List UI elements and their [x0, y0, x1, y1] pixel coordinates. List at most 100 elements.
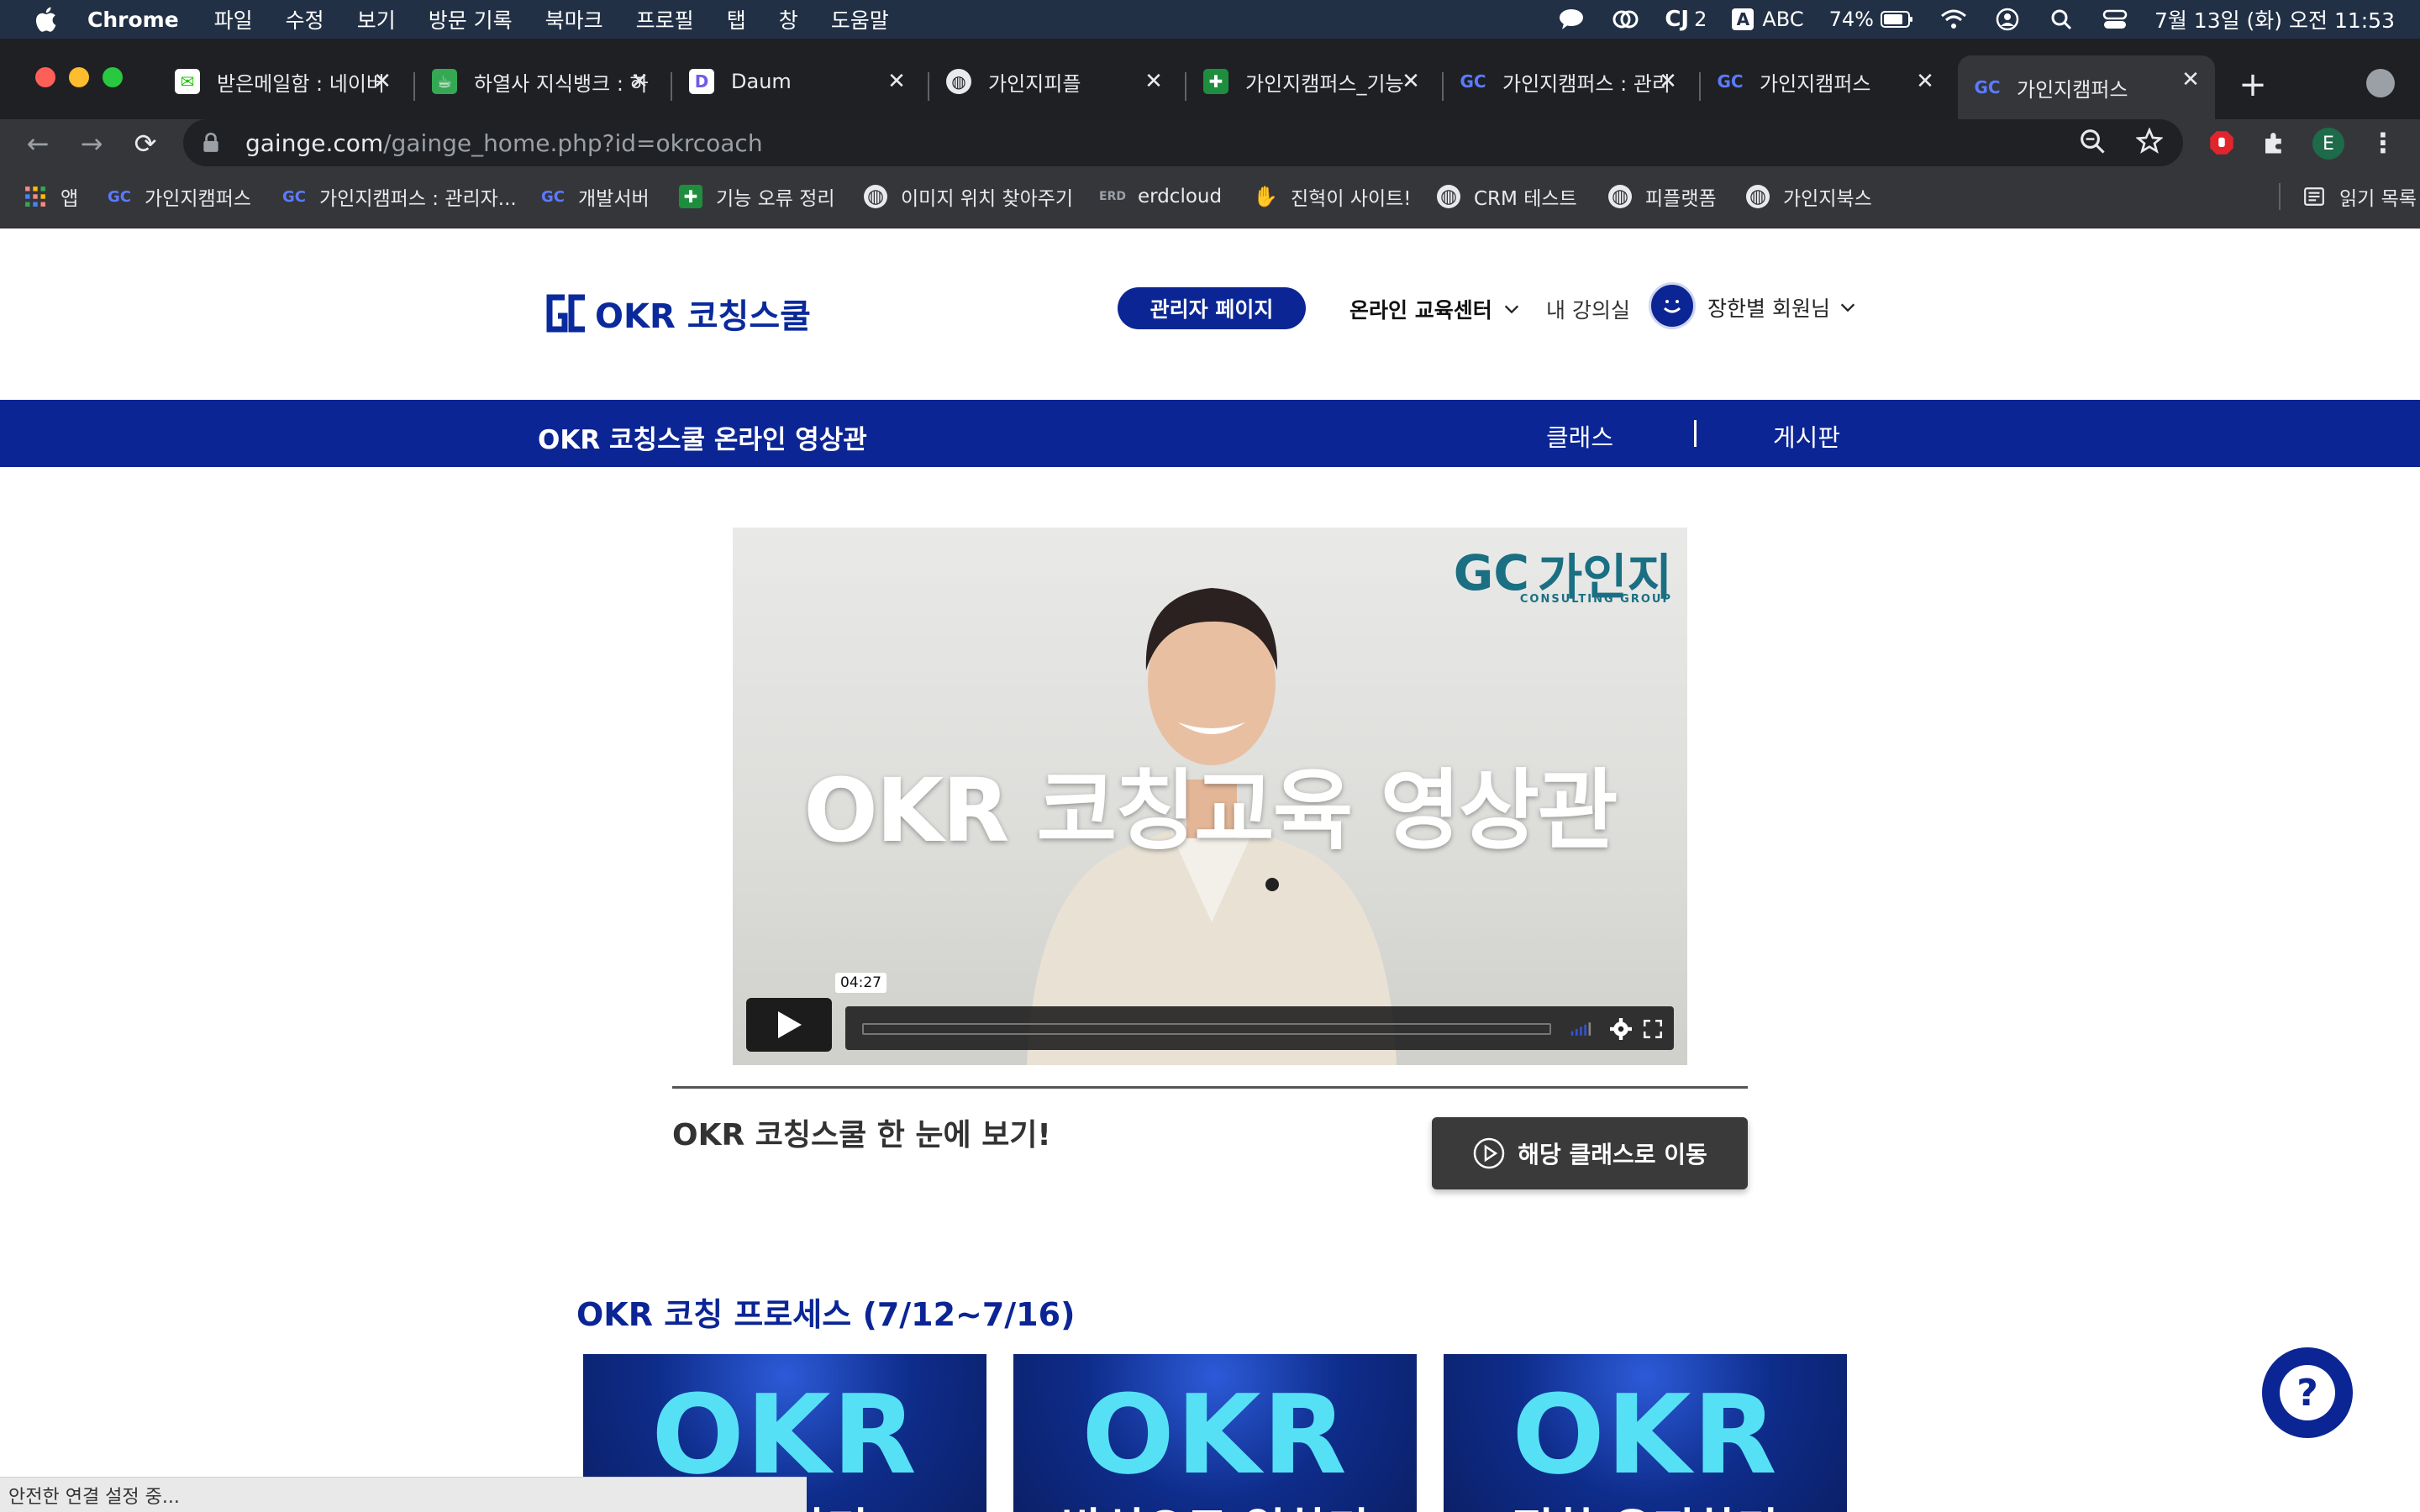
- bookmark-gainge-books[interactable]: ◍ 가인지북스: [1746, 183, 1872, 210]
- nav-online-education[interactable]: 온라인 교육센터: [1349, 294, 1521, 324]
- bookmark-erdcloud[interactable]: ERD erdcloud: [1099, 183, 1222, 210]
- browser-tab-campus[interactable]: GC 가인지캠퍼스 ✕: [1717, 55, 1949, 108]
- menu-profiles[interactable]: 프로필: [636, 4, 694, 34]
- tab-title: Daum: [731, 70, 792, 93]
- wifi-icon[interactable]: [1939, 7, 1968, 32]
- browser-tab-campus-features[interactable]: ✚ 가인지캠퍼스_기능 ✕: [1203, 55, 1435, 108]
- bookmark-gainge-campus[interactable]: GC 가인지캠퍼스: [108, 183, 251, 211]
- video-play-button[interactable]: [746, 998, 832, 1052]
- battery-icon: [1880, 11, 1912, 28]
- messages-icon[interactable]: [1557, 7, 1586, 32]
- address-bar[interactable]: gainge.com/gainge_home.php?id=okrcoach: [183, 119, 2183, 166]
- tab-close-icon[interactable]: ✕: [1655, 69, 1681, 94]
- video-progress-track[interactable]: [862, 1023, 1551, 1035]
- reading-list[interactable]: 읽기 목록: [2279, 183, 2417, 210]
- bookmark-campus-admin[interactable]: GC 가인지캠퍼스 : 관리자...: [282, 183, 517, 211]
- tab-search-chevron-icon[interactable]: [2366, 69, 2395, 97]
- tab-close-icon[interactable]: ✕: [1398, 69, 1423, 94]
- bookmark-image-locator[interactable]: ◍ 이미지 위치 찾아주기: [864, 183, 1073, 210]
- chrome-menu-kebab-icon[interactable]: ⋮: [2368, 127, 2398, 159]
- tab-close-icon[interactable]: ✕: [370, 69, 395, 94]
- banner-board-link[interactable]: 게시판: [1773, 418, 1840, 454]
- window-minimize-button[interactable]: [69, 67, 89, 87]
- browser-tab-daum[interactable]: D Daum ✕: [689, 55, 921, 108]
- keyboard-a-icon: A: [1732, 8, 1754, 30]
- lock-icon[interactable]: [200, 132, 222, 154]
- reload-icon[interactable]: ⟳: [128, 126, 163, 161]
- spotlight-search-icon[interactable]: [2047, 7, 2075, 32]
- course-card[interactable]: OKR 방식으로 일하기: [1013, 1354, 1417, 1512]
- browser-tab-campus-active[interactable]: GC 가인지캠퍼스 ✕: [1958, 55, 2215, 119]
- goto-class-label: 해당 클래스로 이동: [1518, 1141, 1707, 1168]
- menu-tab[interactable]: 탭: [727, 4, 746, 34]
- bookmark-bug-list[interactable]: ✚ 기능 오류 정리: [679, 183, 835, 210]
- help-chat-button[interactable]: ?: [2262, 1347, 2353, 1438]
- window-zoom-button[interactable]: [103, 67, 123, 87]
- reading-list-icon: [2302, 185, 2326, 208]
- extensions-puzzle-icon[interactable]: [2259, 128, 2289, 158]
- adblock-stop-icon[interactable]: [2207, 128, 2237, 158]
- new-tab-plus-icon[interactable]: +: [2233, 66, 2272, 104]
- site-logo[interactable]: OKR 코칭스쿨: [546, 289, 811, 338]
- menu-bookmarks[interactable]: 북마크: [545, 4, 603, 34]
- sheets-icon: ✚: [1203, 69, 1228, 94]
- bookmark-jinhyuk-site[interactable]: ✋ 진혁이 사이트!: [1253, 183, 1411, 210]
- banner-class-link[interactable]: 클래스: [1546, 418, 1613, 454]
- bookmark-dev-server[interactable]: GC 개발서버: [541, 183, 650, 211]
- browser-toolbar: ← → ⟳ gainge.com/gainge_home.php?id=okrc…: [0, 119, 2420, 166]
- tab-close-icon[interactable]: ✕: [627, 69, 652, 94]
- input-source[interactable]: A ABC: [1732, 8, 1804, 31]
- tab-separator: [1699, 72, 1701, 101]
- goto-class-button[interactable]: 해당 클래스로 이동: [1432, 1117, 1748, 1189]
- video-player[interactable]: GC 가인지 CONSULTING GROUP OKR 코칭교육 영상관 04:…: [733, 528, 1687, 1065]
- chevron-down-icon: [1504, 305, 1518, 314]
- menu-edit[interactable]: 수정: [286, 4, 324, 34]
- back-arrow-icon[interactable]: ←: [20, 126, 55, 161]
- volume-icon[interactable]: [1570, 1018, 1591, 1040]
- forward-arrow-icon[interactable]: →: [74, 126, 109, 161]
- fullscreen-icon[interactable]: [1642, 1018, 1664, 1040]
- video-brand-logo: GC 가인지 CONSULTING GROUP: [1454, 538, 1672, 608]
- user-account-icon[interactable]: [1993, 7, 2022, 32]
- menu-help[interactable]: 도움말: [831, 4, 889, 34]
- section-banner: OKR 코칭스쿨 온라인 영상관 클래스 게시판: [0, 400, 2420, 467]
- bookmark-people-platform[interactable]: ◍ 피플랫폼: [1608, 183, 1717, 210]
- nav-my-classroom[interactable]: 내 강의실: [1546, 294, 1630, 324]
- browser-tab-knowledge-bank[interactable]: ☕ 하열사 지식뱅크 : 하 ✕: [432, 55, 664, 108]
- bookmark-crm-test[interactable]: ◍ CRM 테스트: [1437, 183, 1577, 210]
- bookmark-apps[interactable]: 앱: [24, 183, 78, 210]
- settings-gear-icon[interactable]: [1610, 1018, 1632, 1040]
- profile-avatar[interactable]: E: [2312, 128, 2344, 160]
- tab-close-icon[interactable]: ✕: [884, 69, 909, 94]
- tab-title: 가인지캠퍼스: [2017, 77, 2128, 102]
- user-avatar[interactable]: [1649, 282, 1696, 329]
- tab-close-icon[interactable]: ✕: [1912, 69, 1938, 94]
- question-mark-icon: ?: [2280, 1365, 2335, 1420]
- bookmark-star-icon[interactable]: [2136, 128, 2163, 155]
- cj-count: 2: [1694, 8, 1707, 31]
- menu-history[interactable]: 방문 기록: [429, 4, 513, 34]
- menu-file[interactable]: 파일: [214, 4, 253, 34]
- browser-tab-mail[interactable]: ✉ 받은메일함 : 네이버 ✕: [175, 55, 407, 108]
- browser-tab-campus-admin[interactable]: GC 가인지캠퍼스 : 관리 ✕: [1460, 55, 1692, 108]
- browser-tab-gainge-people[interactable]: ◍ 가인지피플 ✕: [946, 55, 1178, 108]
- menubar-clock[interactable]: 7월 13일 (화) 오전 11:53: [2154, 4, 2395, 34]
- course-card[interactable]: OKR 정착 유지하기: [1444, 1354, 1847, 1512]
- battery-status[interactable]: 74%: [1829, 8, 1914, 31]
- apple-icon[interactable]: [32, 4, 62, 34]
- tab-close-icon[interactable]: ✕: [1141, 69, 1166, 94]
- daum-icon: D: [689, 69, 714, 94]
- creative-cloud-icon[interactable]: [1611, 7, 1639, 32]
- menu-view[interactable]: 보기: [357, 4, 396, 34]
- window-close-button[interactable]: [35, 67, 55, 87]
- zoom-magnifier-icon[interactable]: [2079, 128, 2106, 155]
- globe-icon: ◍: [864, 185, 887, 208]
- menu-window[interactable]: 창: [779, 4, 798, 34]
- control-center-icon[interactable]: [2101, 7, 2129, 32]
- tab-close-icon[interactable]: ✕: [2178, 67, 2203, 92]
- admin-page-button[interactable]: 관리자 페이지: [1118, 287, 1306, 329]
- bookmark-label: CRM 테스트: [1474, 188, 1577, 210]
- member-menu[interactable]: 장한별 회원님: [1707, 292, 1857, 323]
- cj-menu-item[interactable]: CJ 2: [1665, 7, 1707, 32]
- menu-app-name[interactable]: Chrome: [87, 8, 179, 32]
